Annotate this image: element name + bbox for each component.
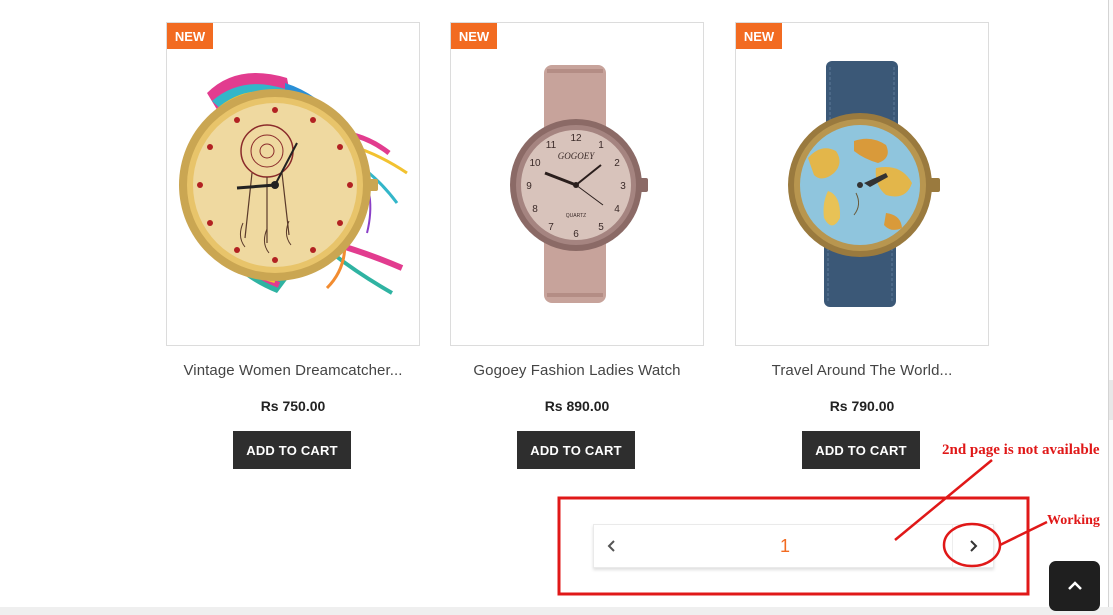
svg-text:2: 2 [614,158,620,169]
back-to-top-button[interactable] [1049,561,1100,611]
svg-text:11: 11 [546,140,557,151]
new-badge: NEW [167,23,213,49]
previous-page-button[interactable] [594,525,630,567]
current-page-number[interactable]: 1 [770,525,800,567]
scrollbar-thumb[interactable] [1109,380,1113,420]
svg-text:5: 5 [598,222,604,233]
svg-text:7: 7 [548,222,554,233]
product-name[interactable]: Vintage Women Dreamcatcher... [156,362,430,379]
product-name[interactable]: Gogoey Fashion Ladies Watch [440,362,714,379]
annotation-working: Working [1047,513,1100,528]
dial-sub: QUARTZ [566,213,586,219]
product-image[interactable]: 12 1 2 3 4 5 6 7 8 9 10 11 GOGOEY QUARTZ… [450,22,704,346]
gogoey-watch-image: 12 1 2 3 4 5 6 7 8 9 10 11 GOGOEY QUARTZ [510,65,648,303]
dial-brand: GOGOEY [558,151,595,161]
next-page-button[interactable] [952,525,993,567]
annotation-not-available: 2nd page is not available [942,442,1100,458]
svg-text:12: 12 [570,133,582,144]
svg-text:9: 9 [526,181,532,192]
product-name[interactable]: Travel Around The World... [725,362,999,379]
product-price: Rs 790.00 [829,398,895,414]
product-card[interactable]: 12 1 2 3 4 5 6 7 8 9 10 11 GOGOEY QUARTZ… [450,22,704,469]
add-to-cart-button[interactable]: ADD TO CART [517,431,635,469]
add-to-cart-button[interactable]: ADD TO CART [802,431,920,469]
svg-text:10: 10 [529,158,541,169]
svg-text:1: 1 [598,140,604,151]
dreamcatcher-watch-image [179,73,408,295]
product-price: Rs 890.00 [544,398,610,414]
world-map-watch-image [788,61,940,307]
product-card[interactable]: NEW Travel Around The World... Rs 790.00… [735,22,989,469]
new-badge: NEW [451,23,497,49]
chevron-right-icon [970,540,978,552]
new-badge: NEW [736,23,782,49]
product-image[interactable]: NEW [735,22,989,346]
chevron-left-icon [607,540,615,552]
svg-text:3: 3 [620,181,626,192]
add-to-cart-button[interactable]: ADD TO CART [233,431,351,469]
pagination: 1 [593,524,994,568]
page-scrollbar[interactable] [1108,0,1113,615]
product-image[interactable]: NEW [166,22,420,346]
svg-text:6: 6 [573,229,579,240]
product-price: Rs 750.00 [260,398,326,414]
svg-text:8: 8 [532,204,538,215]
product-card[interactable]: NEW Vintage Women Dreamcatcher... Rs 750… [166,22,420,469]
page-footer-strip [0,607,1113,615]
svg-text:4: 4 [614,204,620,215]
annotation-pointer-line [999,520,1048,547]
chevron-up-icon [1067,581,1082,590]
